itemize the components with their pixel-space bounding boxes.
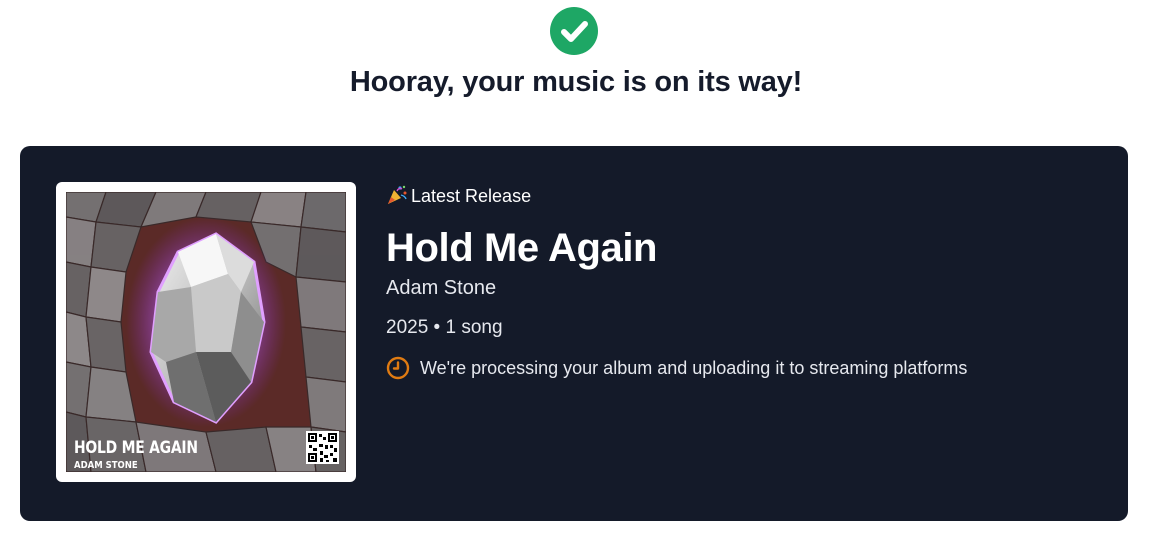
qr-code-icon: [306, 431, 339, 464]
party-popper-icon: [388, 185, 407, 204]
release-artist[interactable]: Adam Stone: [386, 277, 496, 300]
album-artwork: HOLD ME AGAIN ADAM STONE: [66, 192, 346, 472]
check-circle-icon: [550, 7, 598, 55]
release-meta: 2025 • 1 song: [386, 317, 503, 338]
page-title: Hooray, your music is on its way!: [349, 66, 803, 98]
album-cover[interactable]: HOLD ME AGAIN ADAM STONE: [56, 182, 356, 482]
release-title: Hold Me Again: [386, 226, 658, 270]
cover-artist-text: ADAM STONE: [74, 460, 138, 471]
latest-release-badge: Latest Release: [386, 185, 531, 207]
processing-status-text: We're processing your album and uploadin…: [420, 358, 968, 378]
processing-status: We're processing your album and uploadin…: [386, 356, 967, 380]
cover-title-text: HOLD ME AGAIN: [74, 438, 198, 458]
latest-release-label: Latest Release: [411, 186, 532, 206]
release-card: HOLD ME AGAIN ADAM STONE Latest Release …: [20, 146, 1128, 521]
clock-icon: [386, 356, 410, 380]
success-header: Hooray, your music is on its way!: [0, 0, 1152, 140]
